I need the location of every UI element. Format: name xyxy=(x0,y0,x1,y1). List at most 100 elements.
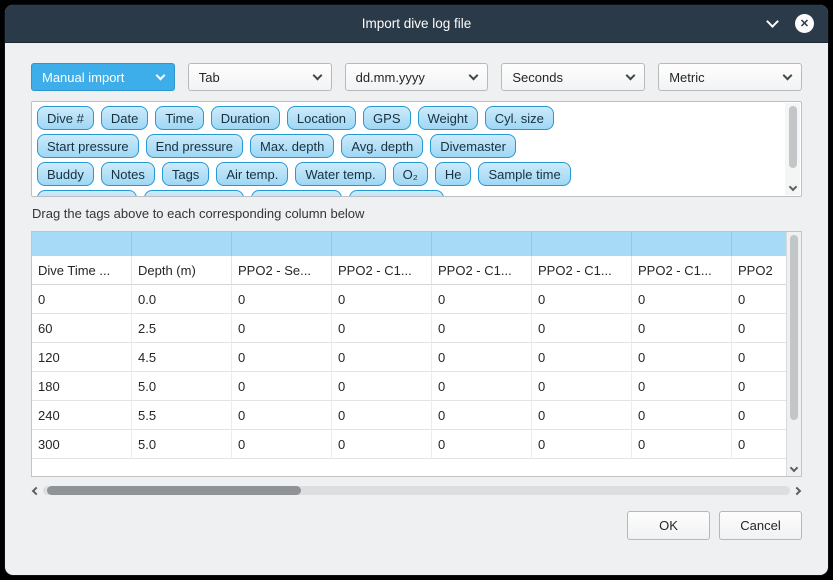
drop-target-cell[interactable] xyxy=(232,232,332,256)
scroll-right-icon[interactable] xyxy=(793,486,801,494)
drop-target-cell[interactable] xyxy=(632,232,732,256)
drop-target-cell[interactable] xyxy=(132,232,232,256)
tagbox-scrollbar-thumb[interactable] xyxy=(789,106,797,168)
combo-row: Manual import Tab dd.mm.yyyy Seconds Met… xyxy=(31,63,802,91)
table-cell: 0 xyxy=(332,285,432,314)
hscroll-thumb[interactable] xyxy=(47,486,301,495)
tag[interactable]: Location xyxy=(287,106,356,130)
tag[interactable]: Sample depth xyxy=(37,190,137,197)
tag[interactable]: Avg. depth xyxy=(341,134,423,158)
chevron-down-icon xyxy=(626,71,636,81)
tag[interactable]: Cyl. size xyxy=(485,106,554,130)
tag[interactable]: Max. depth xyxy=(250,134,334,158)
table-row: 00.0000000 xyxy=(32,285,786,314)
table-row: 602.5000000 xyxy=(32,314,786,343)
scroll-down-icon[interactable] xyxy=(790,464,798,472)
table-cell: 0 xyxy=(532,314,632,343)
separator-select[interactable]: Tab xyxy=(188,63,332,91)
tag[interactable]: Date xyxy=(101,106,148,130)
drop-target-cell[interactable] xyxy=(432,232,532,256)
titlebar[interactable]: Import dive log file ✕ xyxy=(5,5,828,43)
close-icon[interactable]: ✕ xyxy=(795,14,814,33)
scroll-left-icon[interactable] xyxy=(32,486,40,494)
table-cell: 0 xyxy=(532,372,632,401)
table-cell: 0 xyxy=(532,430,632,459)
chevron-down-icon xyxy=(312,71,322,81)
tag-row: Sample depth Sample temp. Sample pO₂ Sample… xyxy=(37,190,781,197)
table-cell: 0 xyxy=(432,372,532,401)
tag[interactable]: Air temp. xyxy=(216,162,288,186)
duration-format-select[interactable]: Seconds xyxy=(501,63,645,91)
tag[interactable]: Buddy xyxy=(37,162,94,186)
titlebar-chevron-icon[interactable] xyxy=(766,15,779,28)
instruction-label: Drag the tags above to each correspondin… xyxy=(32,206,802,223)
dialog-content: Manual import Tab dd.mm.yyyy Seconds Met… xyxy=(5,43,828,554)
tag[interactable]: Weight xyxy=(418,106,478,130)
table-body: 00.0000000602.50000001204.50000001805.00… xyxy=(32,285,786,459)
cancel-button[interactable]: Cancel xyxy=(719,511,802,540)
table-scrollbar-thumb[interactable] xyxy=(790,235,798,420)
drop-target-cell[interactable] xyxy=(532,232,632,256)
horizontal-scrollbar[interactable] xyxy=(31,483,802,498)
table-cell: 0.0 xyxy=(132,285,232,314)
separator-value: Tab xyxy=(199,70,220,85)
import-mode-select[interactable]: Manual import xyxy=(31,63,175,91)
table-cell: 0 xyxy=(232,372,332,401)
scroll-down-icon[interactable] xyxy=(788,183,796,191)
column-header: PPO2 xyxy=(732,256,786,285)
tag[interactable]: Water temp. xyxy=(295,162,385,186)
table-cell: 0 xyxy=(732,401,786,430)
drop-target-cell[interactable] xyxy=(332,232,432,256)
tag[interactable]: Sample temp. xyxy=(144,190,244,197)
units-select[interactable]: Metric xyxy=(658,63,802,91)
table-viewport: Dive Time ...Depth (m)PPO2 - Se...PPO2 -… xyxy=(32,232,786,476)
table-cell: 0 xyxy=(632,314,732,343)
drop-target-cell[interactable] xyxy=(32,232,132,256)
drop-target-row xyxy=(32,232,786,256)
column-header: PPO2 - C1... xyxy=(632,256,732,285)
button-row: OK Cancel xyxy=(31,511,802,540)
ok-button[interactable]: OK xyxy=(627,511,710,540)
tag[interactable]: Notes xyxy=(101,162,155,186)
table-cell: 0 xyxy=(332,401,432,430)
tag[interactable]: Tags xyxy=(162,162,209,186)
table-cell: 0 xyxy=(632,285,732,314)
tag[interactable]: Sample time xyxy=(478,162,570,186)
tag[interactable]: Dive # xyxy=(37,106,94,130)
tag[interactable]: He xyxy=(435,162,472,186)
chevron-down-icon xyxy=(469,71,479,81)
tag[interactable]: Start pressure xyxy=(37,134,139,158)
table-cell: 0 xyxy=(732,372,786,401)
table-cell: 5.0 xyxy=(132,372,232,401)
tag[interactable]: Divemaster xyxy=(430,134,516,158)
date-format-value: dd.mm.yyyy xyxy=(356,70,425,85)
import-mode-value: Manual import xyxy=(42,70,124,85)
duration-format-value: Seconds xyxy=(512,70,563,85)
table-cell: 0 xyxy=(632,343,732,372)
tag[interactable]: Sample CNS xyxy=(349,190,444,197)
table-cell: 0 xyxy=(332,343,432,372)
tag[interactable]: Duration xyxy=(211,106,280,130)
table-scrollbar[interactable] xyxy=(786,232,801,476)
table-cell: 180 xyxy=(32,372,132,401)
tag[interactable]: Sample pO₂ xyxy=(251,190,341,197)
date-format-select[interactable]: dd.mm.yyyy xyxy=(345,63,489,91)
tag[interactable]: Time xyxy=(155,106,203,130)
tag[interactable]: End pressure xyxy=(146,134,243,158)
table-cell: 0 xyxy=(332,314,432,343)
tagbox-scrollbar[interactable] xyxy=(785,103,800,195)
hscroll-track[interactable] xyxy=(43,486,790,495)
column-header: PPO2 - C1... xyxy=(432,256,532,285)
tag[interactable]: O₂ xyxy=(393,162,428,186)
drop-target-cell[interactable] xyxy=(732,232,786,256)
table-cell: 0 xyxy=(632,430,732,459)
table-cell: 0 xyxy=(532,343,632,372)
table-row: 1805.0000000 xyxy=(32,372,786,401)
table-cell: 0 xyxy=(232,314,332,343)
table-cell: 300 xyxy=(32,430,132,459)
table-cell: 5.5 xyxy=(132,401,232,430)
table-cell: 0 xyxy=(432,285,532,314)
table-cell: 0 xyxy=(432,343,532,372)
table-row: 3005.0000000 xyxy=(32,430,786,459)
tag[interactable]: GPS xyxy=(363,106,410,130)
